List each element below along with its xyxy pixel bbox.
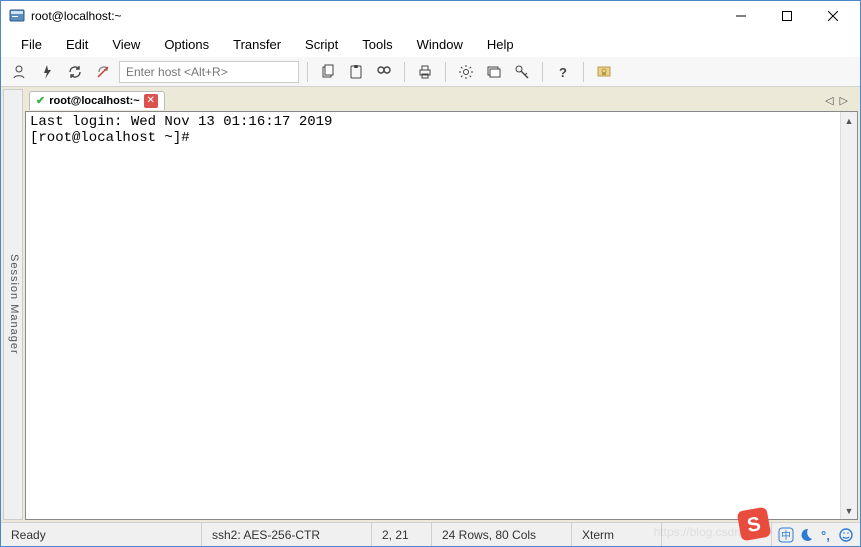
status-size: 24 Rows, 80 Cols: [432, 523, 572, 546]
svg-text:°,: °,: [821, 528, 830, 543]
statusbar: Ready ssh2: AES-256-CTR 2, 21 24 Rows, 8…: [1, 522, 860, 546]
profile-icon[interactable]: [7, 60, 31, 84]
paste-icon[interactable]: [344, 60, 368, 84]
window-controls: [718, 1, 856, 31]
status-state: Ready: [1, 523, 202, 546]
status-empty: [662, 523, 772, 546]
main-pane: ✔ root@localhost:~ ✕ ◁ ▷ Last login: Wed…: [25, 89, 858, 520]
session-manager-panel[interactable]: Session Manager: [3, 89, 23, 520]
lock-screen-icon[interactable]: [592, 60, 616, 84]
copy-icon[interactable]: [316, 60, 340, 84]
vertical-scrollbar[interactable]: ▲ ▼: [840, 112, 857, 519]
terminal[interactable]: Last login: Wed Nov 13 01:16:17 2019 [ro…: [26, 112, 840, 519]
tabbar: ✔ root@localhost:~ ✕ ◁ ▷: [25, 89, 858, 111]
menu-file[interactable]: File: [11, 34, 52, 55]
tab-title: root@localhost:~: [49, 95, 139, 107]
menu-options[interactable]: Options: [154, 34, 219, 55]
scroll-up-icon[interactable]: ▲: [841, 112, 857, 129]
minimize-button[interactable]: [718, 1, 764, 31]
system-tray: 中 °,: [772, 527, 860, 543]
menu-script[interactable]: Script: [295, 34, 348, 55]
reconnect-icon[interactable]: [63, 60, 87, 84]
connected-check-icon: ✔: [36, 94, 45, 107]
smiley-icon[interactable]: [838, 527, 854, 543]
app-icon: [9, 8, 25, 24]
terminal-wrap: Last login: Wed Nov 13 01:16:17 2019 [ro…: [25, 111, 858, 520]
host-input[interactable]: [119, 61, 299, 83]
svg-text:中: 中: [781, 529, 791, 542]
tab-nav: ◁ ▷: [825, 94, 854, 107]
key-icon[interactable]: [510, 60, 534, 84]
status-protocol: ssh2: AES-256-CTR: [202, 523, 372, 546]
svg-text:?: ?: [559, 65, 567, 80]
scroll-down-icon[interactable]: ▼: [841, 502, 857, 519]
punctuation-icon[interactable]: °,: [818, 527, 834, 543]
print-icon[interactable]: [413, 60, 437, 84]
moon-icon[interactable]: [798, 527, 814, 543]
menu-tools[interactable]: Tools: [352, 34, 402, 55]
close-button[interactable]: [810, 1, 856, 31]
menu-help[interactable]: Help: [477, 34, 524, 55]
window-title: root@localhost:~: [31, 9, 122, 23]
app-window: root@localhost:~ File Edit View Options …: [0, 0, 861, 547]
menu-window[interactable]: Window: [407, 34, 473, 55]
scroll-track[interactable]: [841, 129, 857, 502]
sessions-icon[interactable]: [482, 60, 506, 84]
tab-close-icon[interactable]: ✕: [144, 94, 158, 108]
tab-session[interactable]: ✔ root@localhost:~ ✕: [29, 91, 165, 110]
quick-connect-icon[interactable]: [35, 60, 59, 84]
help-icon[interactable]: ?: [551, 60, 575, 84]
disconnect-icon[interactable]: [91, 60, 115, 84]
titlebar: root@localhost:~: [1, 1, 860, 31]
menubar: File Edit View Options Transfer Script T…: [1, 31, 860, 57]
find-icon[interactable]: [372, 60, 396, 84]
ime-icon[interactable]: 中: [778, 527, 794, 543]
body: Session Manager ✔ root@localhost:~ ✕ ◁ ▷…: [1, 87, 860, 522]
settings-icon[interactable]: [454, 60, 478, 84]
tab-next-icon[interactable]: ▷: [840, 94, 848, 107]
menu-transfer[interactable]: Transfer: [223, 34, 291, 55]
maximize-button[interactable]: [764, 1, 810, 31]
tab-prev-icon[interactable]: ◁: [825, 94, 833, 107]
status-cursor: 2, 21: [372, 523, 432, 546]
toolbar: ?: [1, 57, 860, 87]
menu-view[interactable]: View: [102, 34, 150, 55]
menu-edit[interactable]: Edit: [56, 34, 98, 55]
status-term: Xterm: [572, 523, 662, 546]
